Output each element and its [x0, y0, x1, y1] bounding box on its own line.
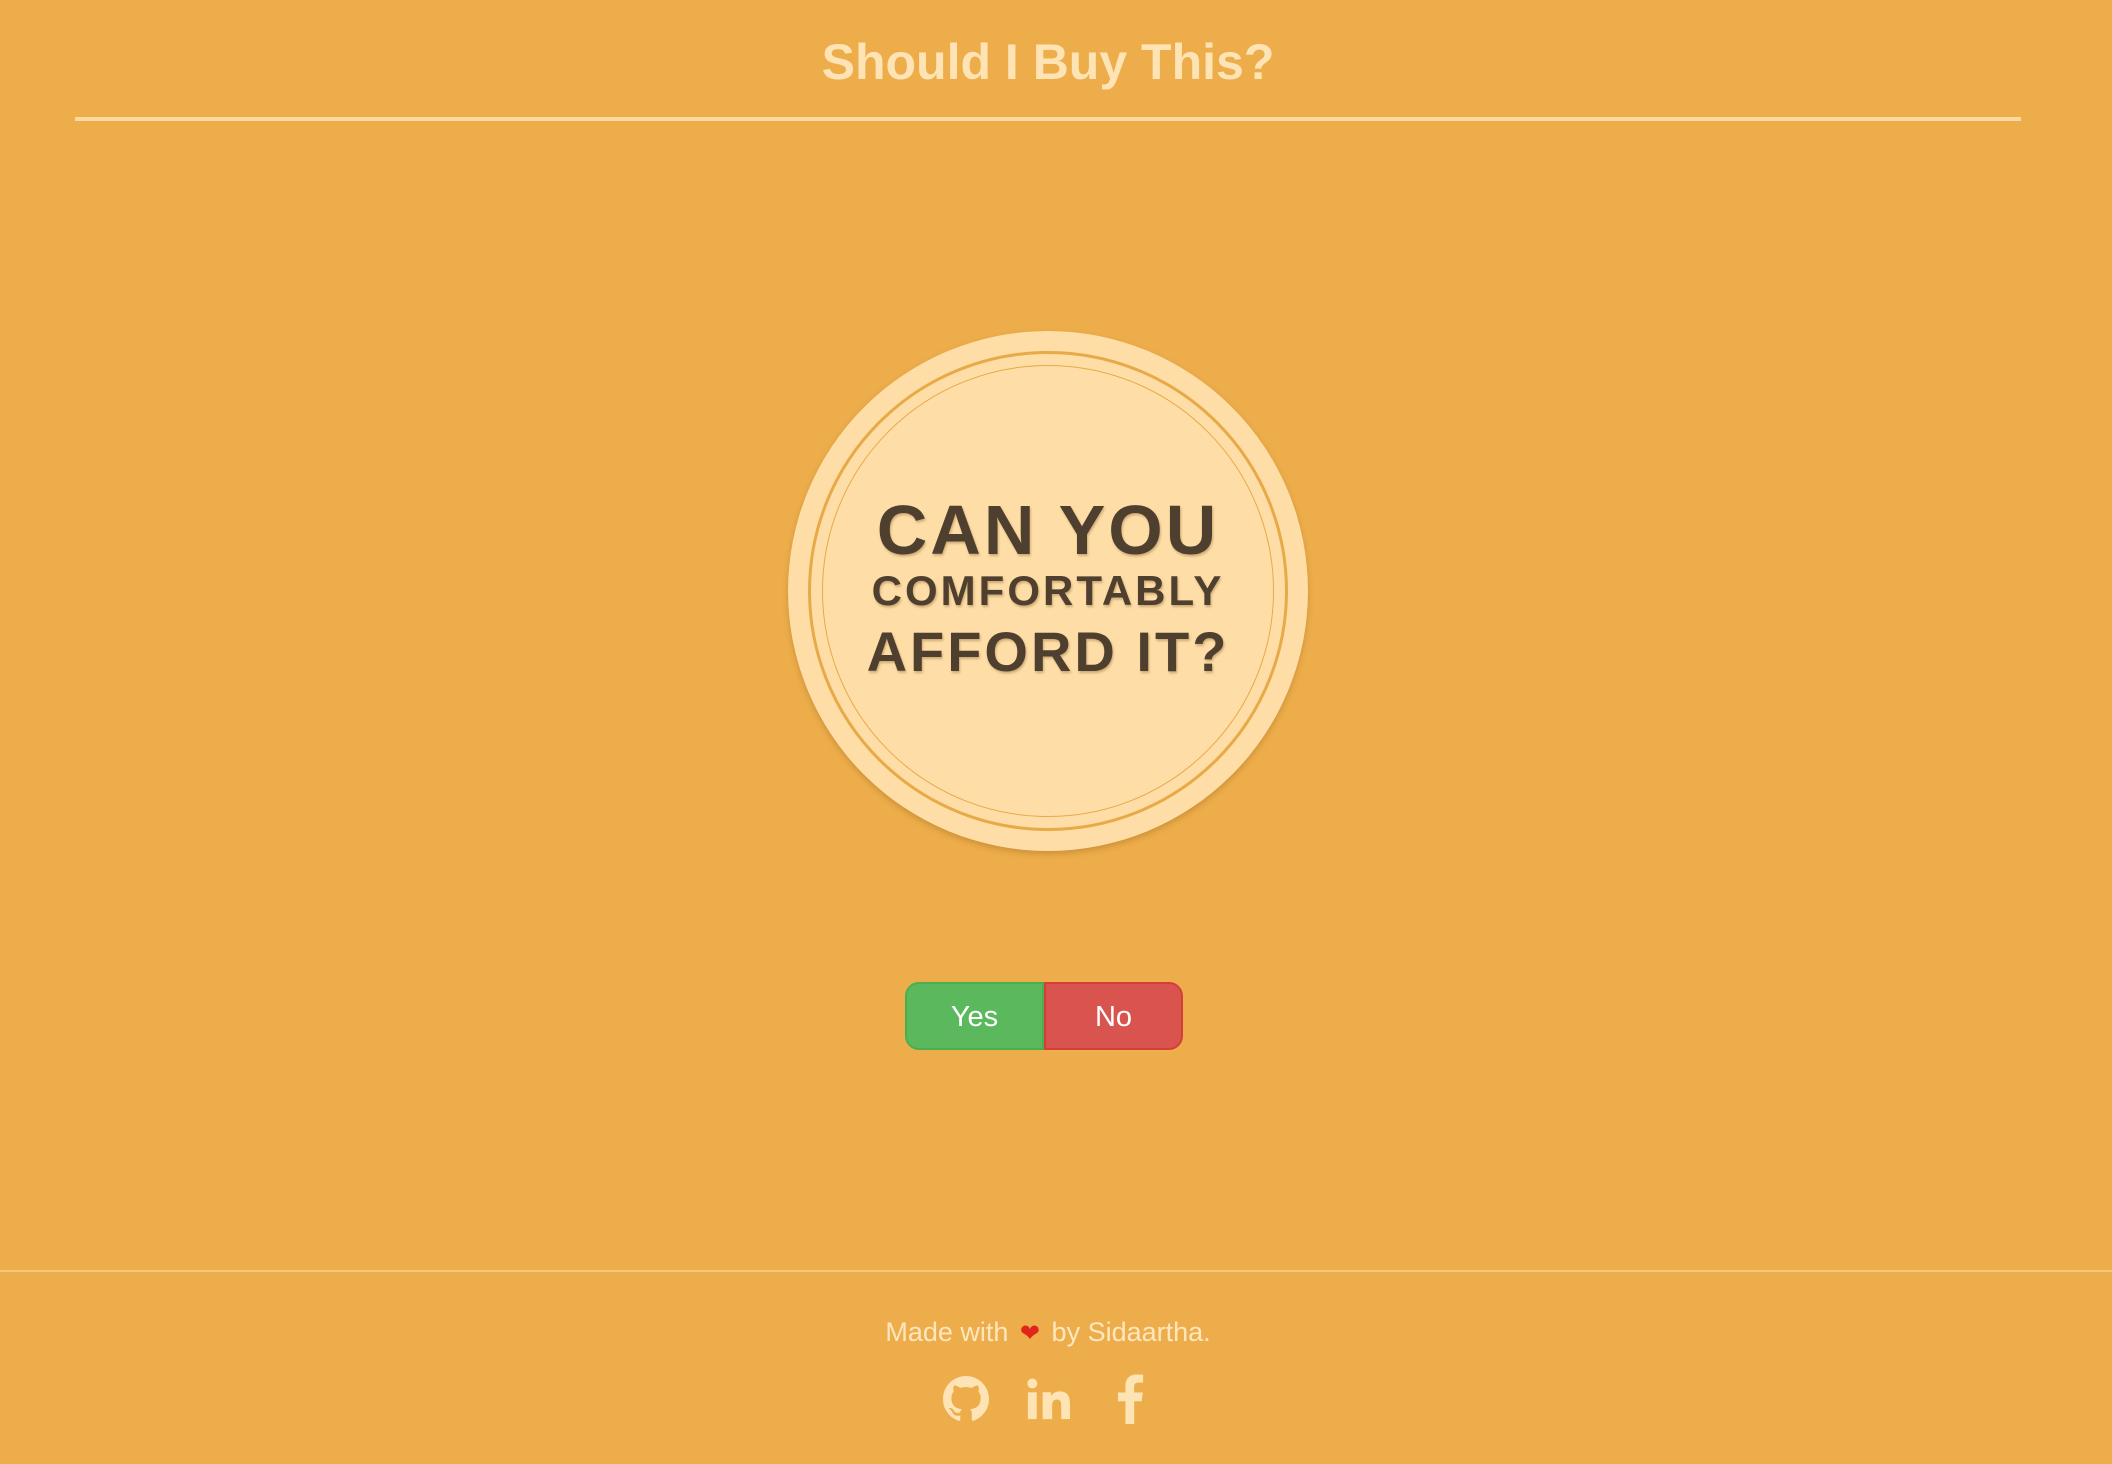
social-links [0, 1372, 2096, 1426]
question-text: CAN YOU COMFORTABLY AFFORD IT? [788, 331, 1308, 851]
page-title: Should I Buy This? [821, 34, 1275, 90]
github-icon[interactable] [942, 1372, 990, 1426]
footer-divider [0, 1270, 2112, 1272]
facebook-icon[interactable] [1106, 1372, 1154, 1426]
question-line-1: CAN YOU [876, 491, 1220, 569]
linkedin-icon[interactable] [1024, 1372, 1072, 1426]
question-badge: CAN YOU COMFORTABLY AFFORD IT? [788, 331, 1308, 851]
no-button[interactable]: No [1044, 982, 1183, 1050]
made-with-text: Made with [885, 1317, 1009, 1347]
author-text: by Sidaartha. [1051, 1317, 1211, 1347]
question-line-3: AFFORD IT? [866, 620, 1230, 683]
question-line-2: COMFORTABLY [871, 567, 1225, 614]
heart-icon: ❤ [1019, 1320, 1041, 1347]
footer-credit: Made with ❤ by Sidaartha. [0, 1314, 2096, 1352]
answer-button-group: Yes No [905, 982, 1183, 1050]
title-divider [75, 117, 2021, 121]
page: Should I Buy This? CAN YOU COMFORTABLY A… [0, 0, 2112, 1464]
yes-button[interactable]: Yes [905, 982, 1044, 1050]
